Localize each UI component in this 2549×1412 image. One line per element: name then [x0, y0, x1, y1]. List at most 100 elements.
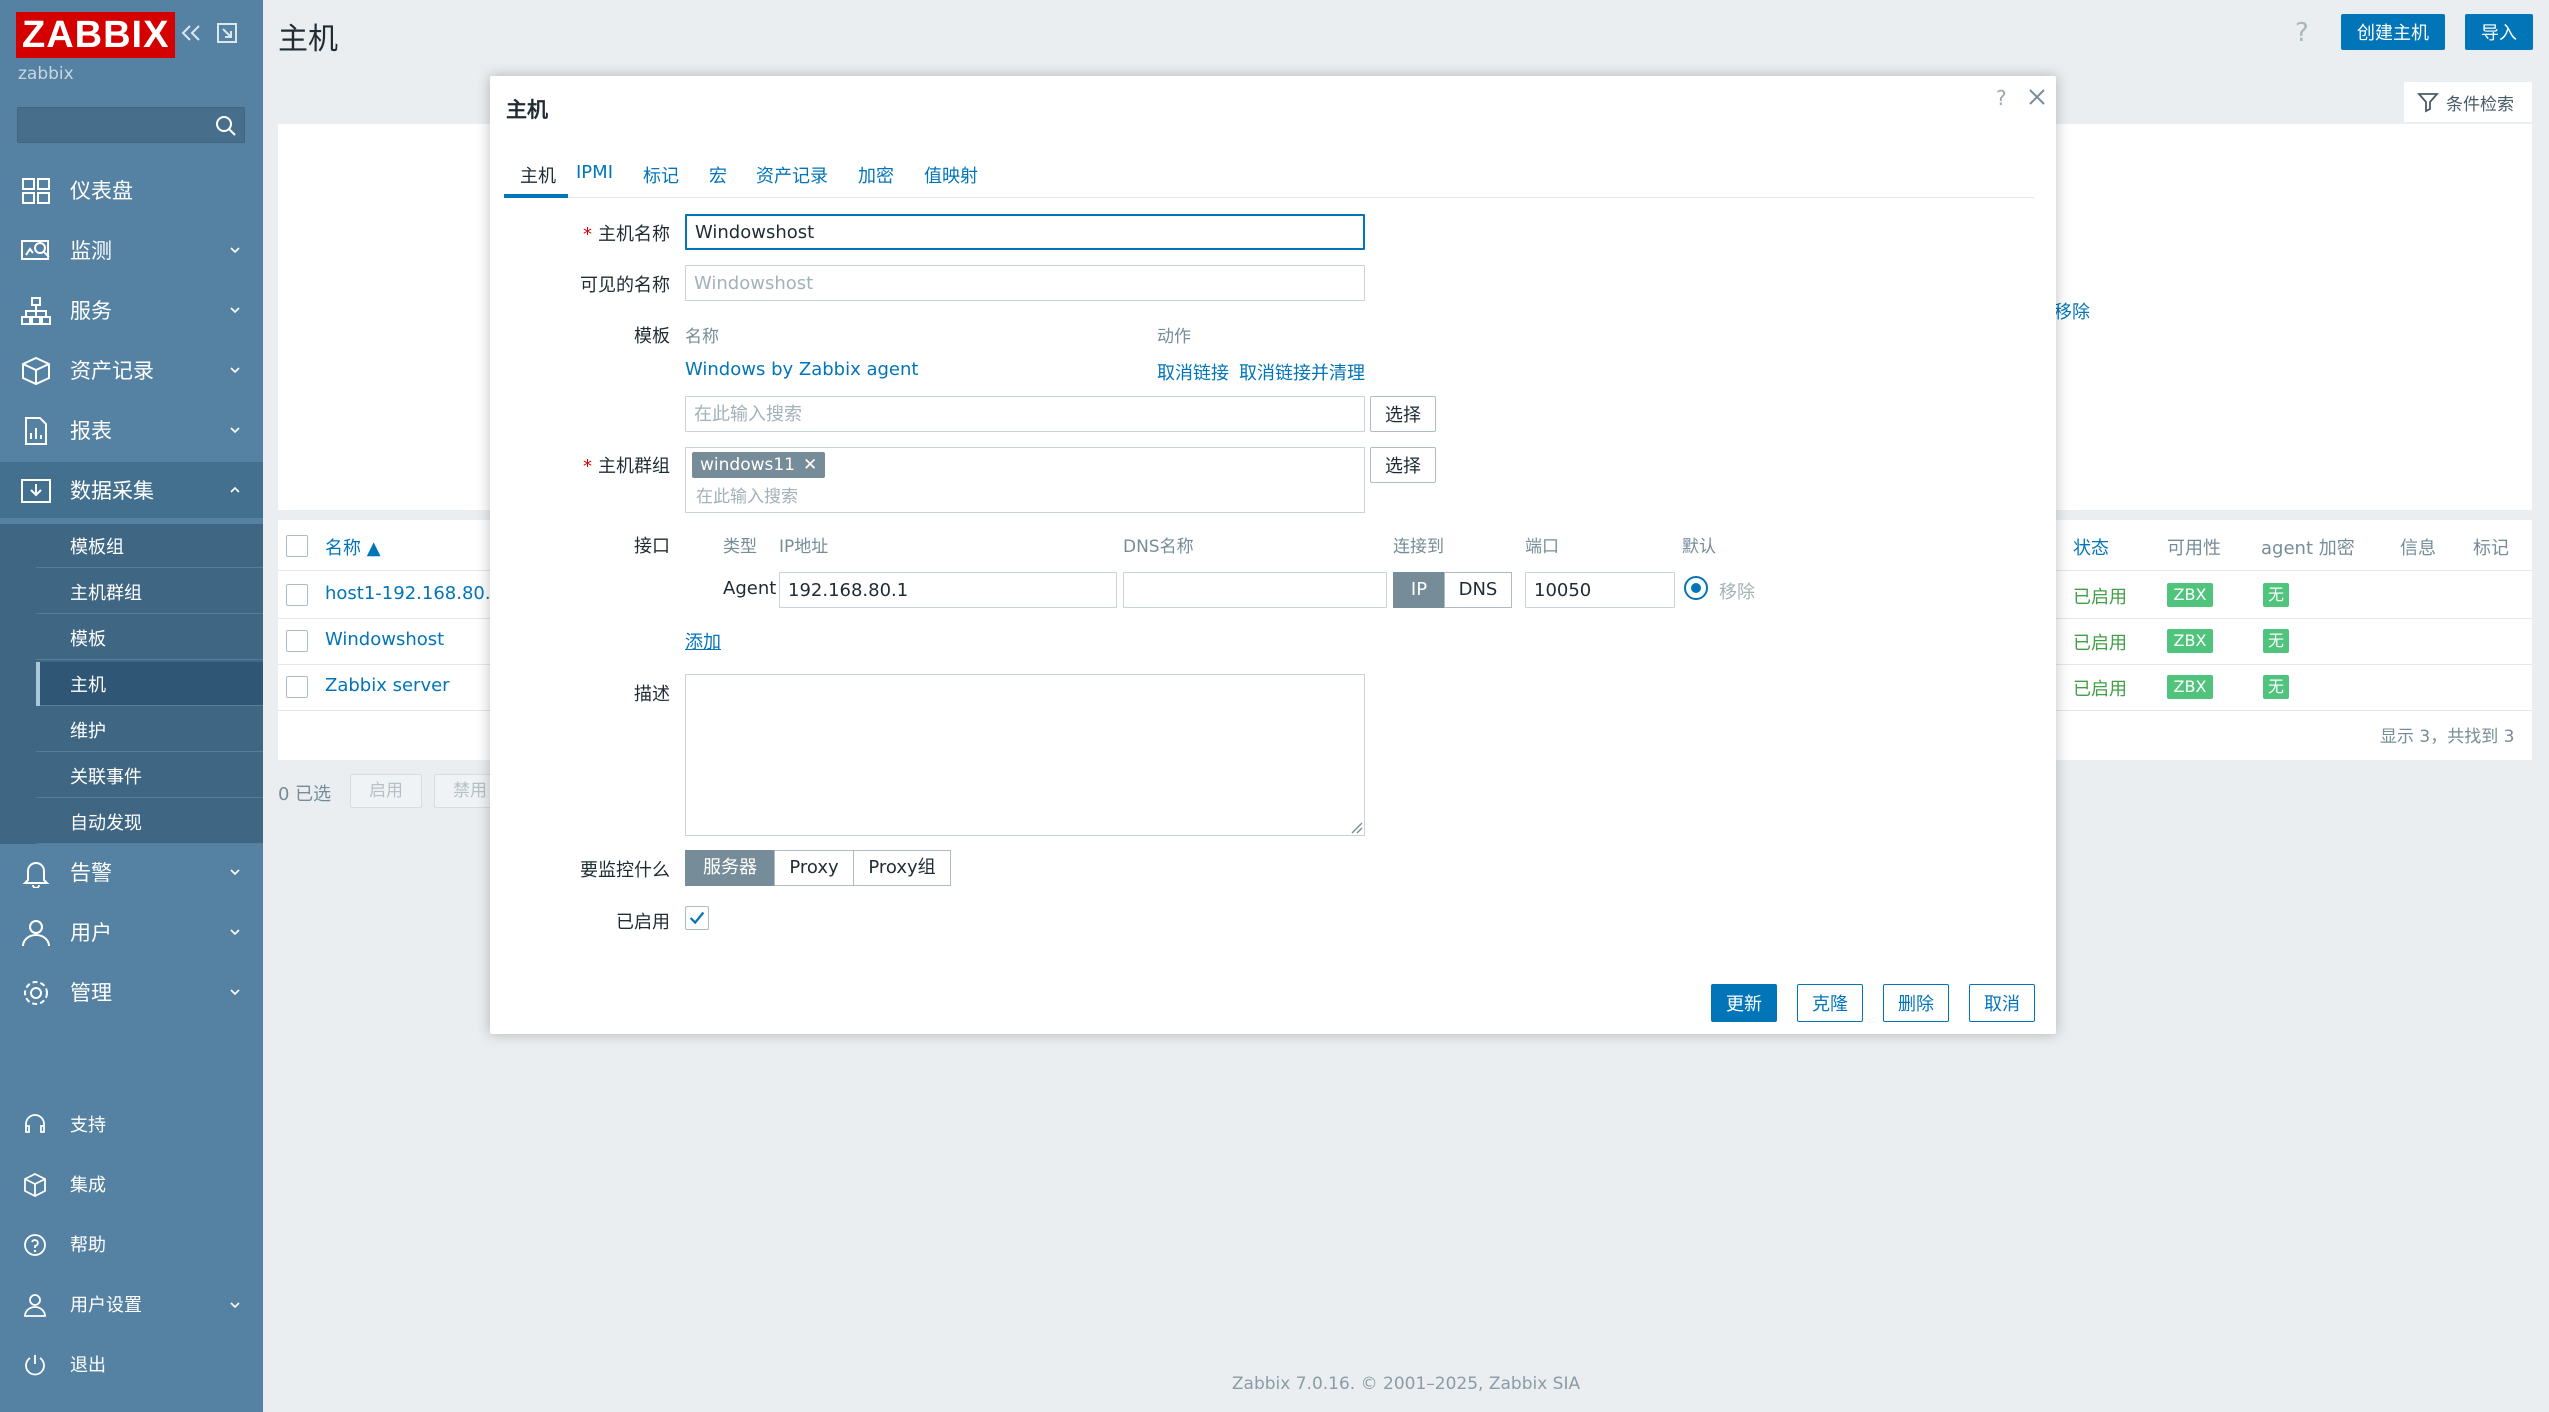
interface-ip-header: IP地址	[779, 537, 829, 557]
interface-ip-input[interactable]	[779, 572, 1117, 608]
unlink-link[interactable]: 取消链接	[1157, 359, 1229, 385]
nav-support[interactable]: 支持	[0, 1099, 263, 1149]
nav-label: 报表	[70, 419, 112, 443]
help-link[interactable]: ?	[2295, 18, 2309, 48]
headset-icon	[25, 1114, 45, 1133]
nav-inventory[interactable]: 资产记录	[0, 342, 263, 398]
status-badge[interactable]: 已启用	[2073, 629, 2127, 655]
nav-user-settings[interactable]: 用户设置	[0, 1279, 263, 1329]
table-count: 显示 3，共找到 3	[2380, 727, 2515, 747]
nav-monitoring[interactable]: 监测	[0, 222, 263, 278]
tab-macros[interactable]: 宏	[709, 162, 727, 188]
submenu-templates[interactable]: 模板	[36, 616, 263, 660]
chevron-down-icon	[230, 1302, 240, 1309]
interface-dns-input[interactable]	[1123, 572, 1387, 608]
mass-enable-button[interactable]: 启用	[350, 774, 422, 808]
status-badge[interactable]: 已启用	[2073, 583, 2127, 609]
host-link[interactable]: Windowshost	[325, 629, 444, 650]
nav-data-collection[interactable]: 数据采集	[0, 462, 263, 518]
column-name[interactable]: 名称 ▲	[325, 534, 381, 560]
host-link[interactable]: host1-192.168.80.15	[325, 583, 514, 604]
description-textarea[interactable]	[685, 674, 1365, 836]
gear-icon	[24, 981, 48, 1005]
filter-icon	[2417, 93, 2439, 113]
nav-help[interactable]: 帮助	[0, 1219, 263, 1269]
tab-host[interactable]: 主机	[520, 162, 556, 188]
nav-label: 数据采集	[70, 479, 154, 503]
add-interface-link[interactable]: 添加	[685, 628, 721, 654]
filter-tab[interactable]: 条件检索	[2404, 82, 2532, 122]
submenu-hosts[interactable]: 主机	[36, 662, 263, 706]
nav-integrations[interactable]: 集成	[0, 1159, 263, 1209]
cancel-button[interactable]: 取消	[1969, 984, 2035, 1022]
nav-alerts[interactable]: 告警	[0, 844, 263, 900]
nav-dashboard[interactable]: 仪表盘	[0, 162, 263, 218]
chevron-down-icon	[230, 427, 240, 434]
interface-port-input[interactable]	[1525, 572, 1675, 608]
delete-button[interactable]: 删除	[1883, 984, 1949, 1022]
update-button[interactable]: 更新	[1711, 984, 1777, 1022]
host-groups-search-placeholder[interactable]: 在此输入搜索	[696, 482, 798, 507]
sidebar: ZABBIX zabbix 仪表盘 监测 服务 资产记录 报表 数据采集 模板组…	[0, 0, 263, 1412]
connect-ip-toggle[interactable]: IP	[1393, 572, 1445, 608]
host-edit-dialog: 主机 ? 主机 IPMI 标记 宏 资产记录 加密 值映射 *主机名称 可见的名…	[490, 76, 2056, 1034]
host-name-input[interactable]	[685, 214, 1365, 250]
column-status[interactable]: 状态	[2073, 534, 2109, 560]
row-checkbox[interactable]	[286, 584, 308, 606]
interface-connect-header: 连接到	[1393, 537, 1444, 557]
dialog-help-link[interactable]: ?	[1996, 86, 2007, 110]
submenu-discovery[interactable]: 自动发现	[36, 800, 263, 844]
clone-button[interactable]: 克隆	[1797, 984, 1863, 1022]
select-all-checkbox[interactable]	[286, 535, 308, 557]
unlink-and-clear-link[interactable]: 取消链接并清理	[1239, 359, 1365, 385]
chip-remove-icon[interactable]: ✕	[803, 455, 817, 475]
chevron-down-icon	[230, 989, 240, 996]
nav-users[interactable]: 用户	[0, 904, 263, 960]
submenu-event-correlation[interactable]: 关联事件	[36, 754, 263, 798]
search-icon[interactable]	[214, 114, 238, 138]
row-checkbox[interactable]	[286, 676, 308, 698]
create-host-button[interactable]: 创建主机	[2341, 14, 2445, 50]
sidebar-search[interactable]	[17, 107, 245, 143]
enabled-checkbox[interactable]	[685, 906, 709, 930]
monitored-by-server[interactable]: 服务器	[685, 850, 775, 886]
resize-handle-icon[interactable]	[1349, 820, 1363, 834]
status-badge[interactable]: 已启用	[2073, 675, 2127, 701]
users-icon	[22, 920, 50, 947]
chevron-down-icon	[230, 929, 240, 936]
template-search-input[interactable]	[685, 396, 1365, 432]
host-groups-multiselect[interactable]: windows11 ✕ 在此输入搜索	[685, 447, 1365, 513]
visible-name-input[interactable]	[685, 265, 1365, 301]
collapse-sidebar-icon[interactable]	[178, 20, 204, 46]
tab-inventory[interactable]: 资产记录	[756, 162, 828, 188]
template-select-button[interactable]: 选择	[1370, 396, 1436, 432]
tab-tags[interactable]: 标记	[643, 162, 679, 188]
nav-reports[interactable]: 报表	[0, 402, 263, 458]
sidebar-search-input[interactable]	[18, 108, 208, 142]
filter-remove-link[interactable]: 移除	[2054, 298, 2090, 324]
tab-encryption[interactable]: 加密	[858, 162, 894, 188]
dialog-tabs: 主机 IPMI 标记 宏 资产记录 加密 值映射	[504, 154, 2034, 198]
row-checkbox[interactable]	[286, 630, 308, 652]
monitored-by-proxy[interactable]: Proxy	[774, 850, 854, 886]
submenu-maintenance[interactable]: 维护	[36, 708, 263, 752]
monitoring-icon	[21, 240, 50, 260]
submenu-template-groups[interactable]: 模板组	[36, 524, 263, 568]
tab-ipmi[interactable]: IPMI	[576, 162, 613, 183]
kiosk-mode-icon[interactable]	[214, 20, 240, 46]
interface-remove-link[interactable]: 移除	[1719, 578, 1755, 604]
host-group-select-button[interactable]: 选择	[1370, 447, 1436, 483]
default-interface-radio[interactable]	[1684, 576, 1708, 600]
submenu-host-groups[interactable]: 主机群组	[36, 570, 263, 614]
data-collection-submenu: 模板组 主机群组 模板 主机 维护 关联事件 自动发现	[0, 524, 263, 844]
tab-value-mapping[interactable]: 值映射	[924, 162, 978, 188]
close-icon[interactable]	[2024, 84, 2050, 110]
linked-template-link[interactable]: Windows by Zabbix agent	[685, 359, 918, 380]
import-button[interactable]: 导入	[2465, 14, 2533, 50]
nav-administration[interactable]: 管理	[0, 964, 263, 1020]
host-link[interactable]: Zabbix server	[325, 675, 450, 696]
zabbix-logo[interactable]: ZABBIX	[16, 12, 176, 58]
nav-services[interactable]: 服务	[0, 282, 263, 338]
connect-dns-toggle[interactable]: DNS	[1444, 572, 1512, 608]
monitored-by-proxy-group[interactable]: Proxy组	[853, 850, 951, 886]
